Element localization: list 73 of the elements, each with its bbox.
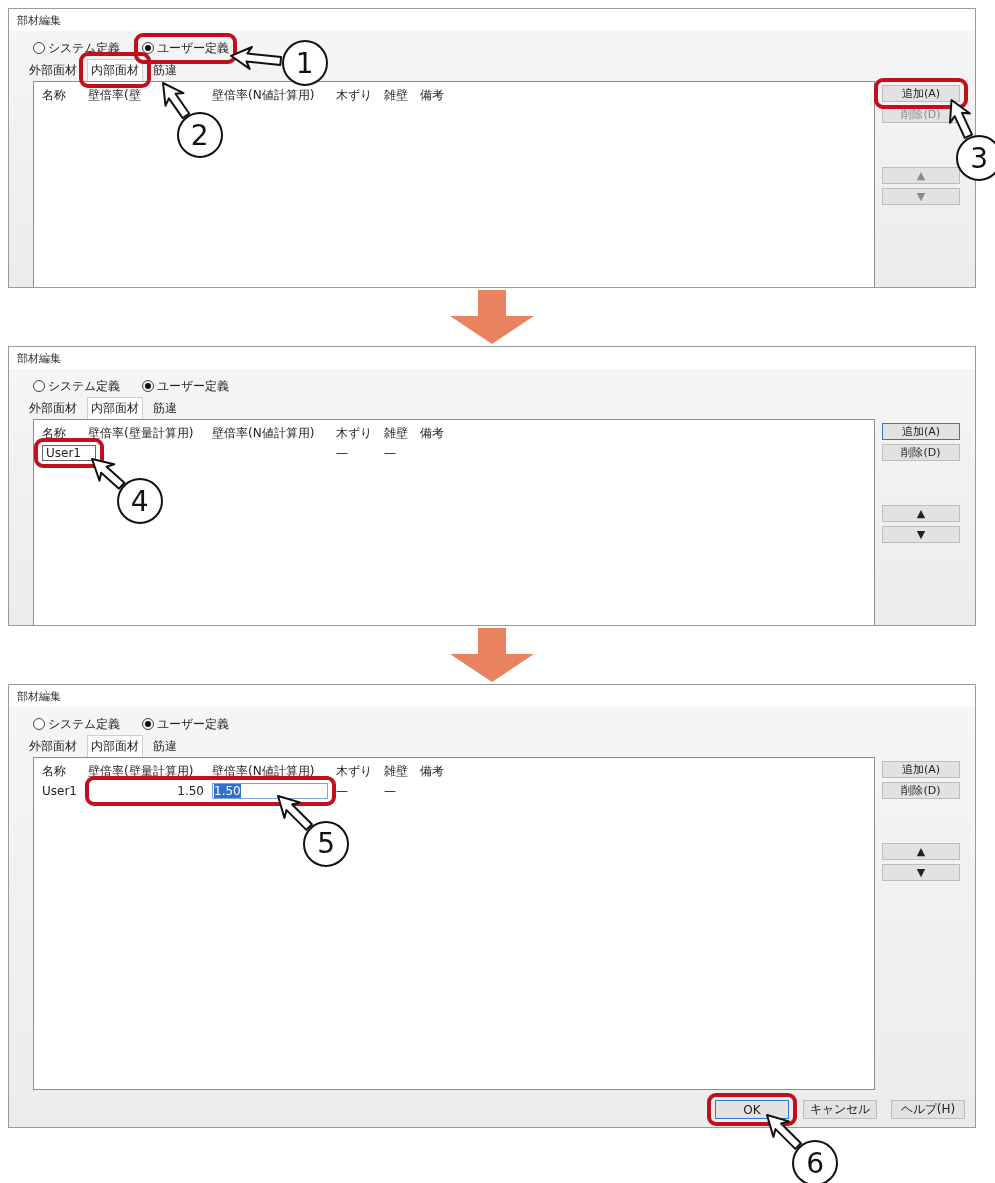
side-button[interactable]: 追加(A) <box>882 423 960 440</box>
cursor-icon <box>948 98 975 140</box>
column-header[interactable]: 壁倍率(N値計算用) <box>212 425 328 442</box>
tab[interactable]: 内部面材 <box>87 59 143 81</box>
dialog-button[interactable]: OK <box>715 1100 789 1119</box>
radio-label: ユーザー定義 <box>157 39 229 57</box>
radio-button[interactable] <box>142 380 154 392</box>
column-header[interactable]: 壁倍率(壁量計算用) <box>88 425 204 442</box>
table-cell-text: — <box>384 445 397 460</box>
column-header[interactable]: 備考 <box>420 425 450 442</box>
side-button[interactable]: 追加(A) <box>882 85 960 102</box>
column-header[interactable]: 雑壁 <box>384 87 412 104</box>
step-number: 6 <box>792 1140 839 1183</box>
side-button[interactable]: ▲ <box>882 843 960 860</box>
radio-button[interactable] <box>142 718 154 730</box>
window-title: 部材編集 <box>17 12 61 28</box>
column-header[interactable]: 備考 <box>420 87 450 104</box>
side-button[interactable]: 削除(D) <box>882 782 960 799</box>
tab[interactable]: 外部面材 <box>25 397 81 419</box>
window-title: 部材編集 <box>17 350 61 366</box>
down-arrow-icon <box>450 290 534 344</box>
step-number: 1 <box>281 40 328 87</box>
side-button[interactable]: 追加(A) <box>882 761 960 778</box>
column-header[interactable]: 備考 <box>420 763 450 780</box>
step-number: 3 <box>956 135 995 181</box>
side-button[interactable]: ▼ <box>882 526 960 543</box>
table-cell-text: — <box>336 783 349 798</box>
down-arrow-icon <box>450 628 534 682</box>
window-title: 部材編集 <box>17 688 61 704</box>
column-header[interactable]: 壁倍率(壁 <box>88 87 204 104</box>
column-header[interactable]: 木ずり <box>336 425 376 442</box>
tab[interactable]: 内部面材 <box>87 397 143 419</box>
side-button[interactable]: ▲ <box>882 505 960 522</box>
name-input-field[interactable]: User1 <box>42 444 96 461</box>
ratio-input-field[interactable]: 1.50 <box>212 782 328 799</box>
cursor-icon <box>90 456 127 491</box>
table-cell-text: User1 <box>42 783 78 798</box>
radio-label: ユーザー定義 <box>157 377 229 395</box>
step-number: 5 <box>303 820 350 867</box>
radio-label: システム定義 <box>48 377 120 395</box>
column-header[interactable]: 壁倍率(N値計算用) <box>212 87 328 104</box>
radio-button[interactable] <box>33 42 45 54</box>
column-header[interactable]: 名称 <box>42 87 80 104</box>
column-header[interactable]: 名称 <box>42 763 80 780</box>
column-header[interactable]: 壁倍率(壁量計算用) <box>88 763 204 780</box>
side-button[interactable]: 削除(D) <box>882 444 960 461</box>
column-header[interactable]: 木ずり <box>336 763 376 780</box>
dialog-button[interactable]: キャンセル <box>803 1100 877 1119</box>
dialog-button[interactable]: ヘルプ(H) <box>891 1100 965 1119</box>
tab[interactable]: 外部面材 <box>25 59 81 81</box>
tab[interactable]: 外部面材 <box>25 735 81 757</box>
radio-label: ユーザー定義 <box>157 715 229 733</box>
table-cell-text: — <box>384 783 397 798</box>
table-cell-text: 1.50 <box>176 783 204 798</box>
column-header[interactable]: 名称 <box>42 425 80 442</box>
radio-button[interactable] <box>142 42 154 54</box>
step-number: 4 <box>116 478 163 525</box>
radio-button[interactable] <box>33 718 45 730</box>
tab[interactable]: 内部面材 <box>87 735 143 757</box>
cursor-icon <box>765 1113 803 1151</box>
radio-label: システム定義 <box>48 715 120 733</box>
column-header[interactable]: 木ずり <box>336 87 376 104</box>
radio-button[interactable] <box>33 380 45 392</box>
cursor-icon <box>229 44 284 71</box>
column-header[interactable]: 壁倍率(N値計算用) <box>212 763 328 780</box>
tab[interactable]: 筋違 <box>149 397 181 419</box>
side-button[interactable]: ▼ <box>882 864 960 881</box>
tab[interactable]: 筋違 <box>149 59 181 81</box>
column-header[interactable]: 雑壁 <box>384 763 412 780</box>
column-header[interactable]: 雑壁 <box>384 425 412 442</box>
table-cell-text: — <box>336 445 349 460</box>
tab[interactable]: 筋違 <box>149 735 181 757</box>
cursor-icon <box>276 793 314 832</box>
